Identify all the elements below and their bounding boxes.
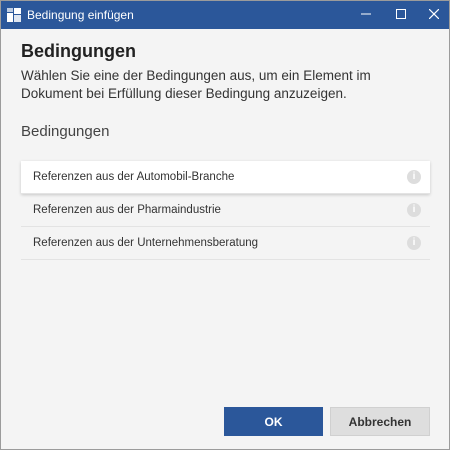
window-title: Bedingung einfügen xyxy=(27,8,134,22)
info-icon[interactable]: i xyxy=(407,203,421,217)
dialog-heading: Bedingungen xyxy=(21,41,136,61)
condition-item-label: Referenzen aus der Pharmaindustrie xyxy=(33,204,221,216)
close-button[interactable] xyxy=(419,1,449,29)
condition-item-label: Referenzen aus der Automobil-Branche xyxy=(33,171,235,183)
conditions-list: Referenzen aus der Automobil-Branche i R… xyxy=(21,161,430,260)
dialog-window: Bedingung einfügen Bedingungen Wählen Si… xyxy=(0,0,450,450)
condition-item-unternehmensberatung[interactable]: Referenzen aus der Unternehmensberatung … xyxy=(21,227,430,260)
minimize-button[interactable] xyxy=(351,1,381,29)
conditions-section-title: Bedingungen xyxy=(21,123,110,140)
dialog-description: Wählen Sie eine der Bedingungen aus, um … xyxy=(21,68,371,101)
info-icon[interactable]: i xyxy=(407,236,421,250)
title-bar[interactable]: Bedingung einfügen xyxy=(1,1,449,29)
cancel-button[interactable]: Abbrechen xyxy=(330,407,430,436)
ok-button[interactable]: OK xyxy=(224,407,323,436)
info-icon[interactable]: i xyxy=(407,170,421,184)
condition-item-label: Referenzen aus der Unternehmensberatung xyxy=(33,237,259,249)
condition-item-automobil[interactable]: Referenzen aus der Automobil-Branche i xyxy=(21,161,430,194)
close-icon xyxy=(428,6,440,24)
maximize-icon xyxy=(396,6,406,24)
condition-item-pharma[interactable]: Referenzen aus der Pharmaindustrie i xyxy=(21,194,430,227)
maximize-button[interactable] xyxy=(386,1,416,29)
minimize-icon xyxy=(361,6,371,24)
word-app-icon xyxy=(7,8,21,22)
